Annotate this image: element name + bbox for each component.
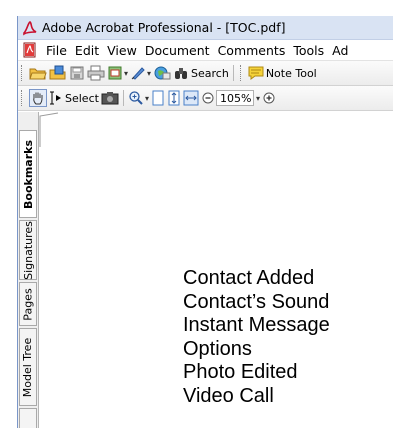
tab-more[interactable] xyxy=(19,408,37,428)
email-button[interactable]: ▾ xyxy=(107,63,128,83)
actual-size-icon xyxy=(152,90,164,106)
hand-icon xyxy=(29,89,47,107)
zoom-plus-button[interactable] xyxy=(262,88,276,108)
save-icon xyxy=(70,66,84,80)
fit-width-button[interactable] xyxy=(183,88,199,108)
tab-signatures[interactable]: Signatures xyxy=(19,220,37,280)
tab-signatures-label: Signatures xyxy=(21,220,35,280)
doc-line: Photo Edited xyxy=(183,361,298,383)
menu-file[interactable]: File xyxy=(42,43,71,58)
menu-tools[interactable]: Tools xyxy=(289,43,328,58)
doc-line: Instant Message xyxy=(183,314,330,336)
tab-bookmarks[interactable]: Bookmarks xyxy=(19,130,37,218)
open-button[interactable] xyxy=(29,63,47,83)
open-folder-icon xyxy=(29,68,47,80)
doc-line: Contact’s Sound xyxy=(183,290,330,313)
hand-tool-button[interactable] xyxy=(29,88,47,108)
doc-line: Contact Added xyxy=(183,267,315,289)
fit-page-icon xyxy=(168,90,180,106)
binoculars-icon xyxy=(175,68,188,79)
toolbar-grip[interactable] xyxy=(21,65,25,81)
toolbar-grip[interactable] xyxy=(21,90,25,106)
zoom-in-button[interactable]: ▾ xyxy=(128,88,149,108)
dropdown-arrow-icon[interactable]: ▾ xyxy=(147,69,151,78)
create-pdf-button[interactable] xyxy=(49,63,67,83)
acrobat-app-icon[interactable] xyxy=(22,20,38,36)
tab-model-tree-label: Model Tree xyxy=(21,337,35,397)
dropdown-arrow-icon[interactable]: ▾ xyxy=(124,69,128,78)
menu-view[interactable]: View xyxy=(103,43,141,58)
menu-advanced[interactable]: Ad xyxy=(328,43,352,58)
snapshot-button[interactable] xyxy=(101,88,119,108)
note-tool-label: Note Tool xyxy=(265,66,317,80)
dropdown-arrow-icon[interactable]: ▾ xyxy=(145,94,149,103)
select-tool-button[interactable]: Select xyxy=(49,88,99,108)
fit-width-icon xyxy=(183,90,199,106)
menu-edit[interactable]: Edit xyxy=(71,43,103,58)
note-tool-button[interactable]: Note Tool xyxy=(248,63,317,83)
zoom-out-button[interactable] xyxy=(201,88,215,108)
search-button[interactable]: Search xyxy=(173,63,229,83)
menu-bar: File Edit View Document Comments Tools A… xyxy=(18,40,393,61)
globe-icon xyxy=(154,66,171,80)
snapshot-icon xyxy=(101,92,119,105)
menu-document[interactable]: Document xyxy=(141,43,214,58)
toolbar-grip[interactable] xyxy=(239,65,244,81)
actual-size-button[interactable] xyxy=(151,88,165,108)
zoom-in-icon xyxy=(129,91,143,105)
save-button[interactable] xyxy=(69,63,85,83)
page-corner-mark xyxy=(39,112,59,147)
fit-page-button[interactable] xyxy=(167,88,181,108)
file-toolbar: ▾ ▾ Search Note Tool xyxy=(18,61,393,86)
email-icon xyxy=(108,66,122,80)
tab-bookmarks-label: Bookmarks xyxy=(21,139,35,209)
title-bar[interactable]: Adobe Acrobat Professional - [TOC.pdf] xyxy=(18,16,393,40)
select-text-icon xyxy=(50,91,61,105)
web-button[interactable] xyxy=(153,63,171,83)
pdf-document-icon[interactable] xyxy=(22,42,38,58)
note-icon xyxy=(248,66,264,80)
select-tool-label: Select xyxy=(65,91,99,105)
doc-line: Video Call xyxy=(183,384,274,407)
sign-icon xyxy=(131,67,145,80)
window-title: Adobe Acrobat Professional - [TOC.pdf] xyxy=(42,20,286,35)
sign-button[interactable]: ▾ xyxy=(130,63,151,83)
acrobat-window: Adobe Acrobat Professional - [TOC.pdf] F… xyxy=(17,16,393,428)
navigation-toolbar: Select ▾ 105% ▾ xyxy=(18,86,393,111)
toolbar-separator xyxy=(232,65,234,81)
search-label: Search xyxy=(191,66,229,80)
toolbar-separator xyxy=(122,90,124,106)
print-icon xyxy=(87,65,105,81)
zoom-plus-icon xyxy=(263,92,275,104)
menu-comments[interactable]: Comments xyxy=(214,43,290,58)
navigation-panel-tabs: Bookmarks Signatures Pages Model Tree xyxy=(18,112,39,428)
print-button[interactable] xyxy=(87,63,105,83)
tab-pages[interactable]: Pages xyxy=(19,282,37,326)
tab-model-tree[interactable]: Model Tree xyxy=(19,328,37,406)
zoom-dropdown[interactable]: ▾ xyxy=(255,88,260,108)
tab-pages-label: Pages xyxy=(21,287,35,321)
create-pdf-icon xyxy=(49,65,66,80)
zoom-out-minus-icon xyxy=(202,92,214,104)
zoom-level-field[interactable]: 105% xyxy=(215,90,254,106)
doc-line: Options xyxy=(183,337,252,360)
document-text: Contact Added Contact’s Sound Instant Me… xyxy=(183,267,330,408)
dropdown-arrow-icon[interactable]: ▾ xyxy=(256,94,260,103)
